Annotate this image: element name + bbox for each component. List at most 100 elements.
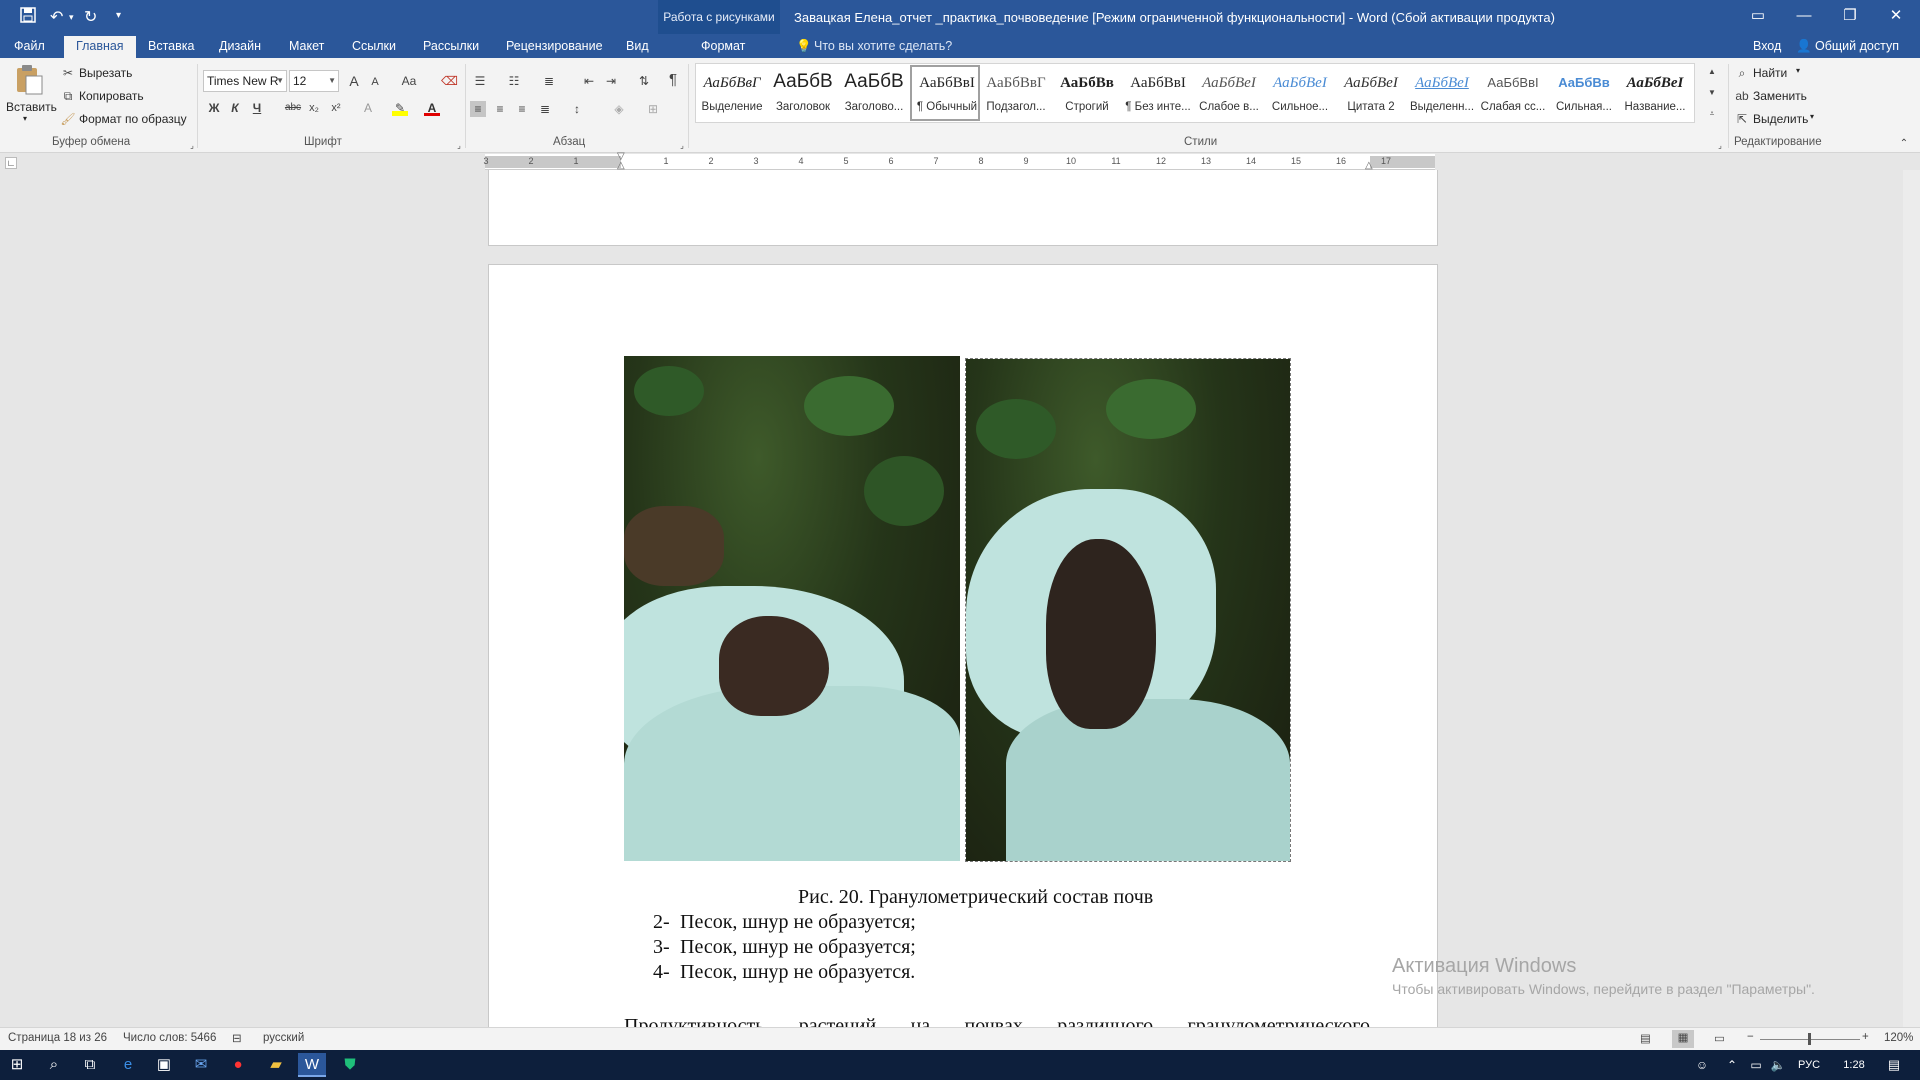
gallery-more-icon[interactable]: ⩡ (1704, 106, 1720, 122)
multilevel-list-icon[interactable]: ≣ (541, 73, 557, 89)
tell-me-box[interactable]: Что вы хотите сделать? (814, 39, 952, 53)
italic-button[interactable]: К (227, 100, 243, 116)
style-subtle-emphasis[interactable]: АаБбВеI Слабое в... (1194, 65, 1264, 121)
style-intense-quote[interactable]: АаБбВеI Выделенн... (1407, 65, 1477, 121)
word-icon[interactable]: W (298, 1053, 326, 1077)
restore-button[interactable]: ❐ (1827, 0, 1873, 34)
people-icon[interactable]: ☺ (1688, 1053, 1716, 1077)
change-case-icon[interactable]: Aa (398, 73, 420, 89)
align-right-icon[interactable]: ≡ (514, 101, 530, 117)
read-mode-icon[interactable]: ▤ (1640, 1031, 1651, 1045)
tab-home[interactable]: Главная (64, 36, 136, 58)
borders-icon[interactable]: ⊞ (645, 101, 661, 117)
style-intense-reference[interactable]: АаБбВв Сильная... (1549, 65, 1619, 121)
font-name-combo[interactable]: Times New R ▼ (203, 70, 287, 92)
ribbon-display-options-icon[interactable]: ▭ (1735, 0, 1781, 34)
page-count[interactable]: Страница 18 из 26 (8, 1032, 107, 1044)
vertical-scrollbar[interactable] (1903, 170, 1920, 1028)
bullets-icon[interactable]: ☰ (472, 73, 488, 89)
align-center-icon[interactable]: ≡ (492, 101, 508, 117)
close-button[interactable]: ✕ (1873, 0, 1919, 34)
tab-mailings[interactable]: Рассылки (423, 39, 479, 53)
tab-review[interactable]: Рецензирование (506, 39, 603, 53)
paste-dropdown-icon[interactable]: ▾ (23, 114, 27, 123)
tab-insert[interactable]: Вставка (148, 39, 194, 53)
zoom-level[interactable]: 120% (1884, 1032, 1913, 1044)
shading-icon[interactable]: ◈ (611, 101, 627, 117)
select-dropdown-icon[interactable]: ▾ (1810, 112, 1814, 121)
format-painter-button[interactable]: Формат по образцу (79, 112, 187, 126)
tab-view[interactable]: Вид (626, 39, 649, 53)
cut-button[interactable]: Вырезать (79, 66, 132, 80)
grow-font-icon[interactable]: A (346, 73, 362, 89)
sort-icon[interactable]: ⇅ (636, 73, 652, 89)
volume-icon[interactable]: 🔈 (1764, 1053, 1792, 1077)
zoom-out-icon[interactable]: − (1747, 1031, 1754, 1043)
paste-button[interactable]: Вставить (6, 100, 57, 114)
web-layout-icon[interactable]: ▭ (1714, 1031, 1725, 1045)
style-emphasis[interactable]: АаБбВвГ Выделение (697, 65, 767, 121)
bold-button[interactable]: Ж (206, 100, 222, 116)
style-heading2[interactable]: АаБбВ Заголово... (839, 65, 909, 121)
zoom-in-icon[interactable]: + (1862, 1031, 1869, 1043)
sign-in-link[interactable]: Вход (1753, 39, 1781, 53)
yandex-browser-icon[interactable]: ● (224, 1053, 252, 1077)
style-heading1[interactable]: АаБбВ Заголовок (768, 65, 838, 121)
find-dropdown-icon[interactable]: ▾ (1796, 66, 1800, 75)
soil-crumb-photo[interactable] (965, 358, 1291, 862)
task-view-icon[interactable]: ⧉ (76, 1053, 104, 1077)
decrease-indent-icon[interactable]: ⇤ (581, 73, 597, 89)
superscript-button[interactable]: x² (328, 100, 344, 116)
current-page[interactable]: Рис. 20. Гранулометрический состав почв … (488, 264, 1438, 1028)
justify-icon[interactable]: ≣ (537, 101, 553, 117)
proofing-icon[interactable]: ⊟ (232, 1031, 242, 1045)
style-intense-emphasis[interactable]: АаБбВеI Сильное... (1265, 65, 1335, 121)
subscript-button[interactable]: x₂ (306, 100, 322, 116)
horizontal-ruler[interactable]: 3 2 1 1 2 3 4 5 6 7 8 9 10 11 12 13 14 15 16 17 ▽ △ △ (483, 151, 1435, 171)
undo-dropdown-icon[interactable]: ▾ (69, 12, 74, 23)
search-icon[interactable]: ⌕ (40, 1053, 68, 1077)
collapse-ribbon-icon[interactable]: ⌃ (1896, 136, 1912, 152)
tab-design[interactable]: Дизайн (219, 39, 261, 53)
redo-icon[interactable]: ↻ (84, 7, 97, 27)
font-size-combo[interactable]: 12 ▼ (289, 70, 339, 92)
minimize-button[interactable]: — (1781, 0, 1827, 34)
styles-launcher-icon[interactable]: ⌟ (1712, 138, 1728, 154)
tab-selector[interactable]: ∟ (5, 157, 17, 169)
paste-icon[interactable] (14, 64, 44, 95)
input-language[interactable]: РУС (1792, 1053, 1826, 1077)
find-button[interactable]: Найти (1753, 66, 1787, 80)
tab-file[interactable]: Файл (14, 39, 45, 53)
language-indicator[interactable]: русский (263, 1032, 304, 1044)
numbering-icon[interactable]: ☷ (506, 73, 522, 89)
undo-icon[interactable]: ↶ (50, 7, 63, 27)
style-normal[interactable]: АаБбВвI ¶ Обычный (910, 65, 980, 121)
style-strong[interactable]: АаБбВв Строгий (1052, 65, 1122, 121)
gallery-down-icon[interactable]: ▼ (1704, 85, 1720, 101)
windows-start-icon[interactable]: ⊞ (3, 1053, 31, 1077)
text-effects-icon[interactable]: A (360, 100, 376, 116)
tab-layout[interactable]: Макет (289, 39, 324, 53)
style-book-title[interactable]: АаБбВеI Название... (1620, 65, 1690, 121)
style-subtle-reference[interactable]: АаБбВвI Слабая сс... (1478, 65, 1548, 121)
save-icon[interactable] (20, 7, 36, 28)
underline-button[interactable]: Ч (249, 100, 265, 116)
style-quote2[interactable]: АаБбВеI Цитата 2 (1336, 65, 1406, 121)
edge-icon[interactable]: e (114, 1053, 142, 1077)
customize-qat-icon[interactable]: ▾ (116, 10, 121, 21)
print-layout-icon[interactable]: ▦ (1672, 1030, 1694, 1048)
style-subtitle[interactable]: АаБбВвГ Подзагол... (981, 65, 1051, 121)
zoom-slider-thumb[interactable] (1808, 1033, 1811, 1045)
show-marks-button[interactable]: ¶ (665, 72, 681, 88)
tab-picture-format[interactable]: Формат (701, 39, 745, 53)
notifications-icon[interactable]: ▤ (1880, 1053, 1908, 1077)
shrink-font-icon[interactable]: A (367, 74, 383, 90)
highlight-icon[interactable]: ✎ (392, 100, 408, 116)
clock[interactable]: 1:28 (1834, 1053, 1874, 1077)
mail-icon[interactable]: ✉ (187, 1053, 215, 1077)
share-button[interactable]: Общий доступ (1815, 39, 1899, 53)
copy-button[interactable]: Копировать (79, 89, 144, 103)
select-button[interactable]: Выделить (1753, 112, 1808, 126)
store-icon[interactable]: ▣ (150, 1053, 178, 1077)
tab-references[interactable]: Ссылки (352, 39, 396, 53)
